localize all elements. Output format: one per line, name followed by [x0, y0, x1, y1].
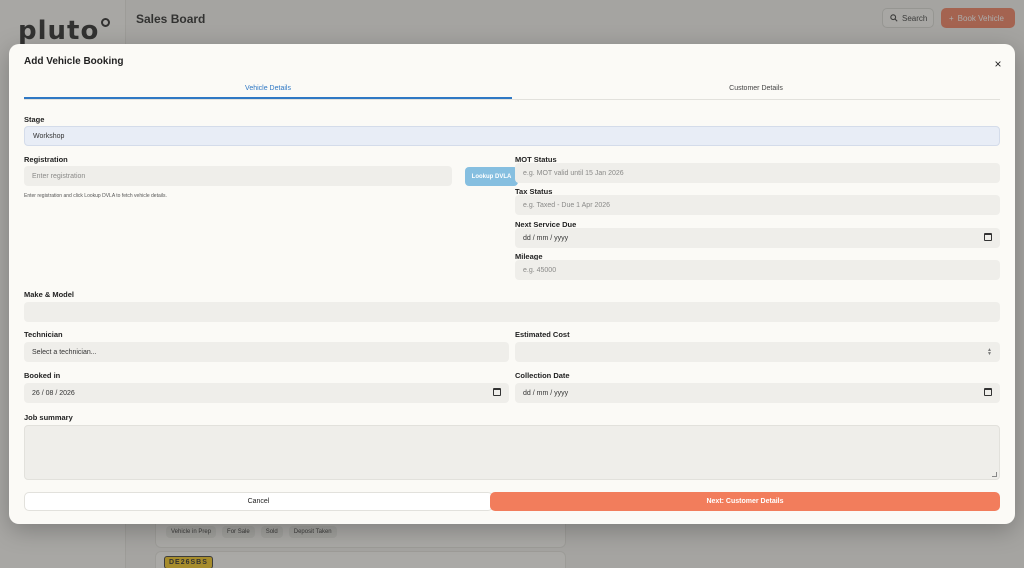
registration-label: Registration [24, 155, 68, 164]
make-model-input[interactable] [24, 302, 1000, 322]
add-vehicle-booking-modal: Add Vehicle Booking × Vehicle Details Cu… [9, 44, 1015, 524]
job-summary-textarea[interactable] [24, 425, 1000, 480]
cancel-button[interactable]: Cancel [24, 492, 493, 511]
mileage-input[interactable]: e.g. 45000 [515, 260, 1000, 280]
registration-input[interactable]: Enter registration [24, 166, 452, 186]
job-summary-label: Job summary [24, 413, 73, 422]
booked-in-date-input[interactable]: 26 / 08 / 2026 [24, 383, 509, 403]
calendar-icon[interactable] [984, 388, 992, 396]
booked-in-value: 26 / 08 / 2026 [32, 389, 75, 397]
tab-vehicle-details[interactable]: Vehicle Details [24, 82, 512, 99]
next-service-date-input[interactable]: dd / mm / yyyy [515, 228, 1000, 248]
mot-status-input[interactable]: e.g. MOT valid until 15 Jan 2026 [515, 163, 1000, 183]
make-model-label: Make & Model [24, 290, 75, 299]
mot-status-placeholder: e.g. MOT valid until 15 Jan 2026 [523, 169, 624, 177]
number-spinner-icon[interactable]: ▲ ▼ [987, 348, 992, 357]
mileage-placeholder: e.g. 45000 [523, 266, 557, 274]
collection-date-value: dd / mm / yyyy [523, 389, 569, 397]
tax-status-placeholder: e.g. Taxed - Due 1 Apr 2026 [523, 201, 611, 209]
lookup-dvla-button[interactable]: Lookup DVLA [465, 167, 518, 186]
collection-date-input[interactable]: dd / mm / yyyy [515, 383, 1000, 403]
estimated-cost-input[interactable]: ▲ ▼ [515, 342, 1000, 362]
technician-select[interactable]: Select a technician... [24, 342, 509, 362]
calendar-icon[interactable] [984, 233, 992, 241]
stage-value: Workshop [33, 132, 65, 140]
tab-customer-details[interactable]: Customer Details [512, 82, 1000, 99]
estimated-cost-label: Estimated Cost [515, 330, 570, 339]
calendar-icon[interactable] [493, 388, 501, 396]
collection-date-label: Collection Date [515, 371, 570, 380]
modal-title: Add Vehicle Booking [24, 56, 124, 67]
registration-hint: Enter registration and click Lookup DVLA… [24, 193, 167, 199]
registration-placeholder: Enter registration [32, 172, 86, 180]
resize-handle-icon[interactable] [992, 472, 997, 477]
tab-bar: Vehicle Details Customer Details [24, 82, 1000, 100]
technician-label: Technician [24, 330, 63, 339]
technician-value: Select a technician... [32, 348, 97, 356]
stage-select[interactable]: Workshop [24, 126, 1000, 146]
close-icon[interactable]: × [991, 57, 1005, 71]
tax-status-input[interactable]: e.g. Taxed - Due 1 Apr 2026 [515, 195, 1000, 215]
next-customer-details-button[interactable]: Next: Customer Details [490, 492, 1000, 511]
booked-in-label: Booked in [24, 371, 61, 380]
stage-label: Stage [24, 115, 45, 124]
next-service-value: dd / mm / yyyy [523, 234, 569, 242]
